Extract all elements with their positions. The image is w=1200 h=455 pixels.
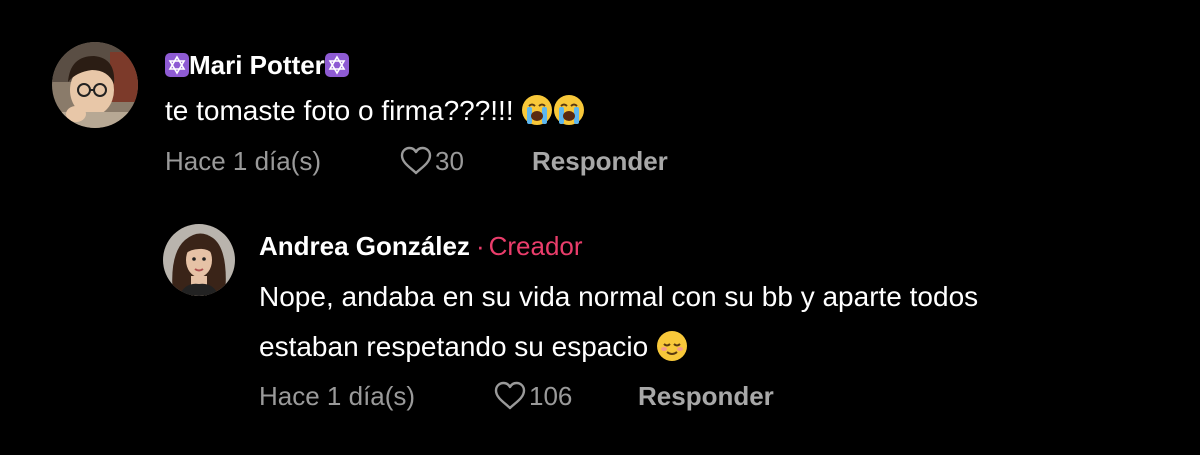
star-of-david-icon: [165, 53, 189, 77]
like-button[interactable]: 106: [493, 380, 572, 412]
username-text: Andrea González: [259, 231, 470, 261]
comment-meta: Hace 1 día(s) 30 Responder: [165, 145, 725, 179]
heart-icon: [400, 146, 432, 175]
comment-time: Hace 1 día(s): [165, 146, 322, 176]
reply-button[interactable]: Responder: [532, 145, 668, 177]
like-button[interactable]: 30: [399, 145, 464, 177]
reply-item: Andrea González · Creador Nope, andaba en …: [0, 200, 1200, 455]
comment-text: te tomaste foto o firma???!!!: [165, 86, 585, 142]
avatar[interactable]: [163, 224, 235, 296]
reply-text: Nope, andaba en su vida normal con su bb…: [259, 272, 978, 378]
like-count: 30: [435, 146, 464, 176]
reply-meta: Hace 1 día(s) 106 Responder: [259, 380, 819, 414]
loudly-crying-face-emoji: [553, 92, 585, 142]
heart-icon: [494, 381, 526, 410]
star-of-david-icon: [324, 53, 349, 77]
comment-text-body: te tomaste foto o firma???!!!: [165, 95, 514, 126]
avatar[interactable]: [52, 42, 138, 128]
reply-button[interactable]: Responder: [638, 380, 774, 412]
reply-username[interactable]: Andrea González · Creador: [259, 230, 583, 262]
creator-badge: Creador: [488, 231, 583, 261]
reply-time: Hace 1 día(s): [259, 381, 416, 411]
loudly-crying-face-emoji: [521, 92, 553, 142]
comment-username[interactable]: Mari Potter: [165, 49, 349, 81]
reply-text-line-1: Nope, andaba en su vida normal con su bb…: [259, 281, 979, 312]
separator-dot: ·: [475, 231, 485, 261]
reply-text-line-2-wrap: estaban respetando su espacio: [259, 322, 978, 378]
like-count: 106: [529, 381, 573, 411]
comment-item: Mari Potter te tomaste foto o firma???!!…: [0, 0, 1200, 200]
username-text: Mari Potter: [189, 50, 325, 80]
relieved-face-emoji: [656, 328, 688, 378]
reply-text-line-2: estaban respetando su espacio: [259, 331, 649, 362]
